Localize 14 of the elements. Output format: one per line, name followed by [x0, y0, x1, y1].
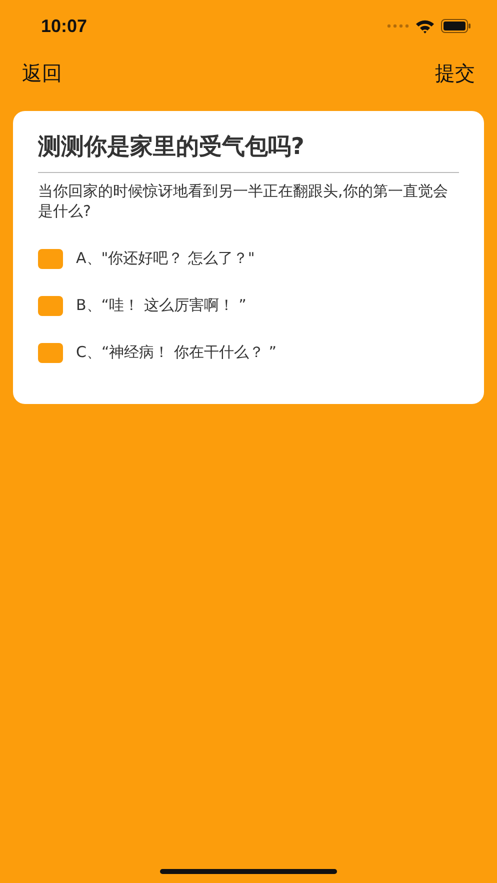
checkbox[interactable]: [38, 342, 63, 362]
question-text: 当你回家的时候惊讶地看到另一半正在翻跟头,你的第一直觉会是什么?: [38, 181, 449, 221]
battery-icon: [441, 19, 471, 33]
option-label[interactable]: A、"你还好吧？ 怎么了？": [76, 249, 255, 268]
option-label[interactable]: C、“神经病！ 你在干什么？ ”: [76, 343, 277, 362]
checkbox[interactable]: [38, 296, 63, 316]
wifi-icon: [415, 18, 435, 34]
quiz-title: 测测你是家里的受气包吗?: [38, 131, 459, 173]
status-time: 10:07: [41, 16, 88, 36]
checkbox[interactable]: [38, 248, 63, 268]
submit-button[interactable]: 提交: [435, 60, 475, 87]
signal-icon: [387, 24, 409, 28]
option-label[interactable]: B、“哇！ 这么厉害啊！ ”: [76, 296, 246, 315]
back-button[interactable]: 返回: [22, 60, 62, 87]
